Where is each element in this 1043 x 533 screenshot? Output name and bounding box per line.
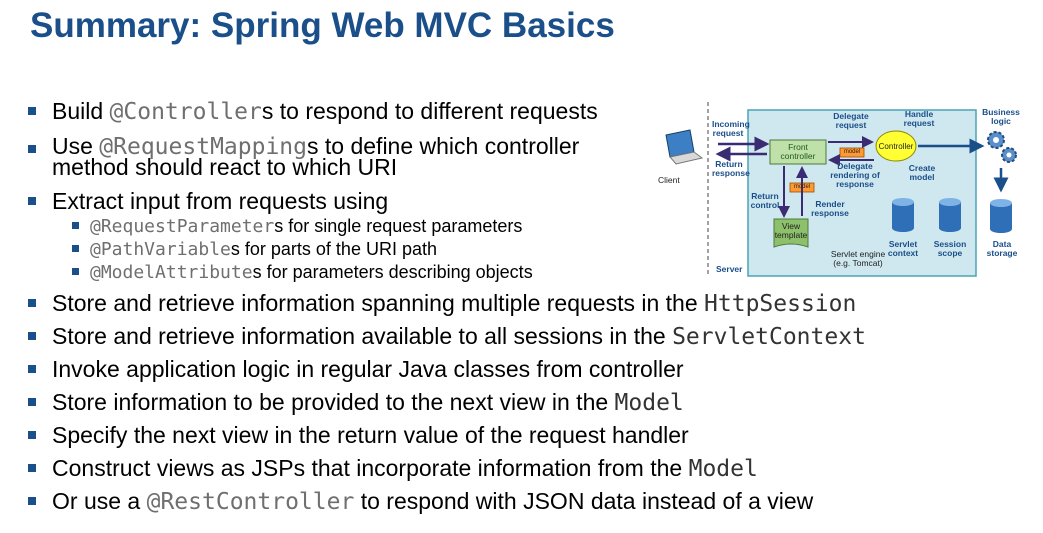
bullet-text: Invoke application logic in regular Java… (52, 356, 684, 382)
code-text: HttpSession (704, 291, 857, 317)
slide-title: Summary: Spring Web MVC Basics (30, 6, 615, 45)
bullet-text: Specify the next view in the return valu… (52, 422, 689, 448)
servlet-context-label: Servlet context (887, 239, 919, 258)
bullet-marker (28, 464, 36, 472)
code-text: @Controller (109, 99, 262, 125)
code-text: Model (688, 456, 758, 482)
incoming-request-label: Incoming request (712, 119, 750, 138)
create-model-label: Create model (908, 163, 936, 182)
bullet-text: to respond with JSON data instead of a v… (354, 488, 814, 514)
bullet-text: Or use a (52, 488, 147, 514)
database-icon (892, 198, 914, 232)
bullet-marker (28, 197, 36, 205)
bullet-text: Store information to be provided to the … (52, 389, 615, 415)
bullet-text: Store and retrieve information available… (52, 323, 673, 349)
return-control-label: Return control (750, 191, 780, 210)
controller-label: Controller (878, 142, 914, 151)
server-label: Server (716, 264, 743, 274)
servlet-engine-label: Servlet engine (e.g. Tomcat) (830, 249, 886, 268)
client-label: Client (658, 175, 680, 185)
bullet-text: s for parts of the URI path (230, 239, 437, 259)
delegate-request-label: Delegate request (833, 111, 869, 130)
render-response-label: Render response (811, 199, 849, 218)
code-text: @RestController (146, 489, 355, 515)
sub-bullet-marker (72, 268, 79, 275)
front-controller-label: Front controller (780, 142, 816, 161)
laptop-icon (665, 129, 704, 165)
bullet-marker (28, 398, 36, 406)
code-text: ServletContext (672, 324, 866, 350)
bullet-text: Extract input from requests using (52, 188, 389, 214)
code-text: @RequestParameter (90, 216, 275, 237)
bullet-text: method should react to which URI (52, 154, 398, 180)
session-scope-label: Session scope (933, 239, 967, 258)
bullet-text: Build (52, 98, 110, 124)
bullet-marker (28, 497, 36, 505)
handle-request-label: Handle request (903, 109, 935, 128)
mvc-architecture-diagram: Client Server Incoming request Return re… (656, 102, 1036, 278)
bullet-marker (28, 365, 36, 373)
view-template-label: View template (774, 221, 808, 240)
delegate-rendering-label: Delegate rendering of response (830, 161, 880, 189)
return-response-label: Return response (712, 159, 750, 178)
code-text: @PathVariable (90, 239, 231, 260)
bullet-marker (28, 107, 36, 115)
bullet-marker (28, 145, 36, 153)
bullet-text: s for parameters describing objects (252, 262, 533, 282)
bullet-marker (28, 299, 36, 307)
bullet-text: Construct views as JSPs that incorporate… (52, 455, 689, 481)
business-logic-label: Business logic (982, 107, 1020, 126)
bullet-text: s to respond to different requests (261, 98, 598, 124)
bullet-text: Store and retrieve information spanning … (52, 290, 705, 316)
sub-bullet-marker (72, 222, 79, 229)
bullet-text: s for single request parameters (274, 216, 523, 236)
model-label: model (843, 149, 861, 155)
bullet-marker (28, 431, 36, 439)
code-text: Model (614, 390, 684, 416)
bullet-marker (28, 332, 36, 340)
gear-icon (987, 131, 1017, 163)
data-storage-label: Data storage (986, 239, 1018, 258)
database-icon (990, 199, 1012, 233)
model-label: model (793, 184, 811, 190)
code-text: @ModelAttribute (90, 262, 253, 283)
database-icon (939, 198, 961, 232)
sub-bullet-marker (72, 245, 79, 252)
